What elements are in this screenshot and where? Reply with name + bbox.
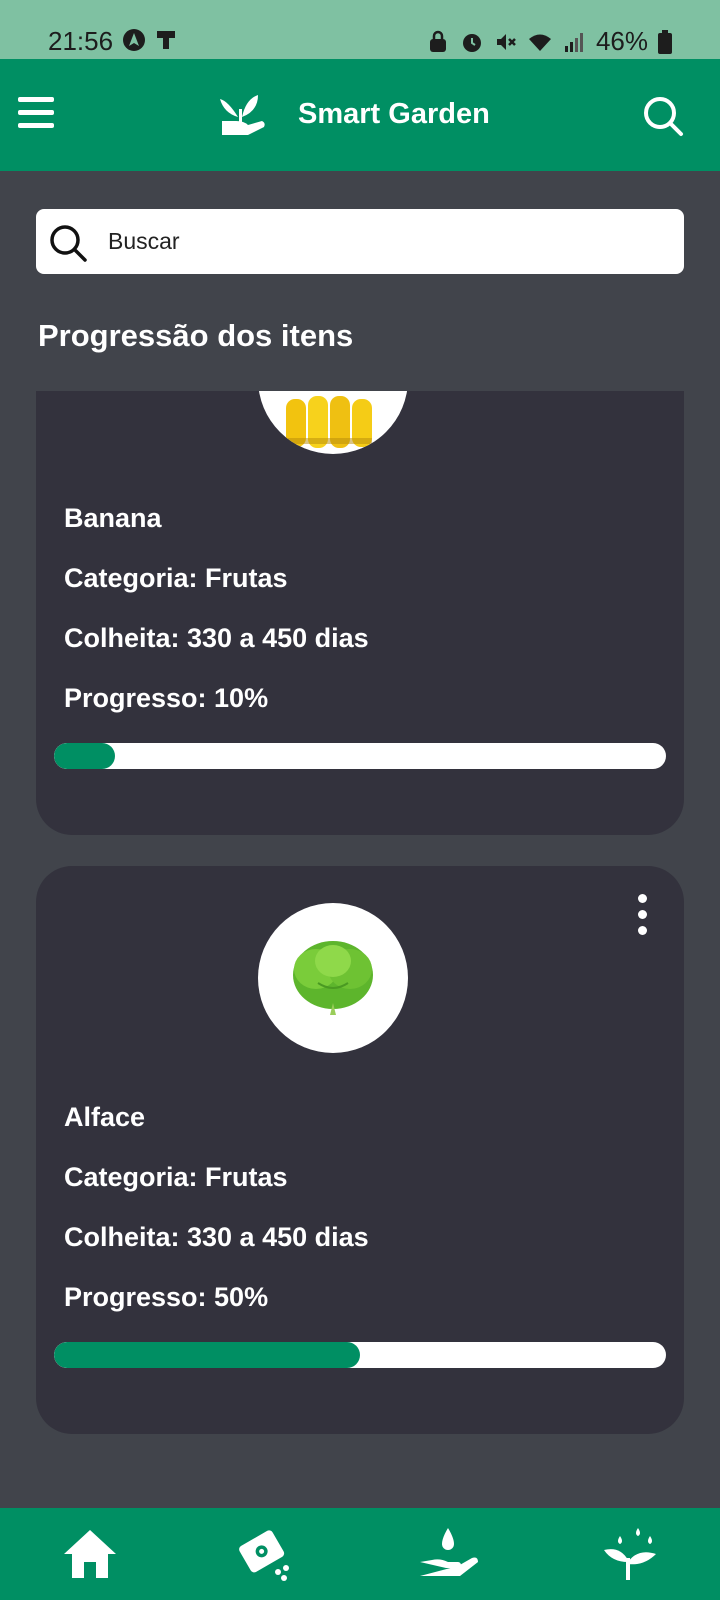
sim-icon bbox=[157, 31, 175, 49]
hand-water-icon[interactable] bbox=[418, 1522, 482, 1586]
menu-icon[interactable] bbox=[18, 97, 54, 129]
app-bar: Smart Garden bbox=[0, 59, 720, 171]
item-category: Categoria: Frutas bbox=[64, 563, 288, 593]
mute-icon bbox=[496, 33, 516, 50]
home-icon[interactable] bbox=[58, 1522, 122, 1586]
item-name: Alface bbox=[64, 1102, 146, 1132]
nav-arrow-icon bbox=[123, 29, 145, 51]
search-icon[interactable] bbox=[642, 95, 684, 137]
progress-bar bbox=[54, 1342, 666, 1368]
section-title: Progressão dos itens bbox=[38, 318, 354, 353]
status-bar: 21:56 46% bbox=[0, 0, 720, 59]
lock-icon bbox=[429, 30, 446, 52]
item-image bbox=[258, 903, 408, 1053]
lettuce-image bbox=[293, 941, 373, 1015]
progress-fill bbox=[54, 743, 116, 769]
battery-percent: 46% bbox=[595, 26, 648, 56]
item-harvest: Colheita: 330 a 450 dias bbox=[64, 623, 369, 653]
item-progress-label: Progresso: 10% bbox=[64, 683, 269, 713]
brand: Smart Garden bbox=[218, 89, 490, 139]
items-list[interactable]: Banana Categoria: Frutas Colheita: 330 a… bbox=[0, 391, 720, 1507]
signal-icon bbox=[564, 32, 583, 52]
alarm-icon bbox=[462, 33, 481, 52]
search-bar[interactable] bbox=[36, 209, 684, 274]
battery-icon bbox=[658, 29, 672, 54]
search-input[interactable] bbox=[108, 221, 668, 261]
search-icon bbox=[50, 225, 87, 262]
banana-image bbox=[286, 396, 372, 448]
item-progress-label: Progresso: 50% bbox=[64, 1282, 269, 1312]
wifi-icon bbox=[528, 34, 551, 51]
plant-hand-icon bbox=[220, 95, 265, 135]
item-card[interactable]: Alface Categoria: Frutas Colheita: 330 a… bbox=[36, 866, 684, 1434]
progress-fill bbox=[54, 1342, 360, 1368]
item-harvest: Colheita: 330 a 450 dias bbox=[64, 1222, 369, 1252]
item-image bbox=[258, 391, 408, 454]
item-card[interactable]: Banana Categoria: Frutas Colheita: 330 a… bbox=[36, 391, 684, 835]
bottom-nav bbox=[0, 1508, 720, 1600]
progress-bar bbox=[54, 743, 666, 769]
item-name: Banana bbox=[64, 503, 162, 533]
app-title: Smart Garden bbox=[298, 97, 490, 130]
item-category: Categoria: Frutas bbox=[64, 1162, 288, 1192]
more-options-icon[interactable] bbox=[636, 894, 648, 936]
seed-packet-icon[interactable] bbox=[234, 1522, 298, 1586]
sprout-icon[interactable] bbox=[598, 1522, 662, 1586]
status-time: 21:56 bbox=[48, 26, 114, 56]
